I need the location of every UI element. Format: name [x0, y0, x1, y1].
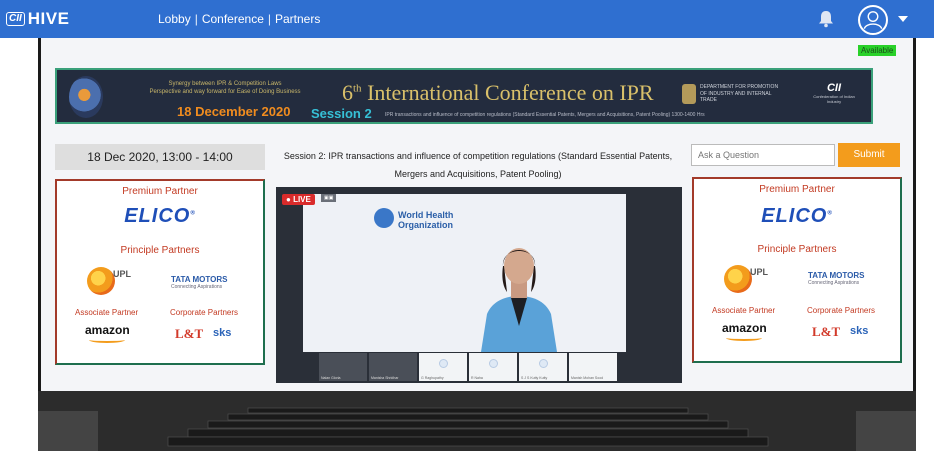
- participant-tile[interactable]: Nalan Gloria: [319, 353, 367, 381]
- elico-logo-text: ELICO: [124, 205, 191, 227]
- banner-conference-title: International Conference on IPR: [367, 80, 654, 105]
- pin-icon[interactable]: ▣▣: [321, 194, 337, 202]
- banner-cii-logo: CII Confederation of Indian Industry: [809, 82, 859, 104]
- live-video-player[interactable]: World Health Organization ● LIVE ▣▣ Nala…: [276, 187, 682, 383]
- nav-conference[interactable]: Conference: [202, 12, 264, 26]
- participant-strip: Nalan Gloria Manisha Shridhar G Raghupat…: [319, 353, 617, 381]
- banner-session: Session 2: [311, 106, 372, 121]
- participant-tile[interactable]: G Raghupathy: [419, 353, 467, 381]
- upl-logo-text: UPL: [113, 269, 131, 279]
- elico-logo-text: ELICO: [761, 205, 828, 227]
- session-title: Session 2: IPR transactions and influenc…: [283, 151, 673, 179]
- tata-motors-name: TATA MOTORS: [808, 271, 865, 280]
- main-nav: Lobby | Conference | Partners: [158, 12, 320, 26]
- participant-name: S J S Kutty Kutty: [521, 376, 548, 380]
- upl-logo-icon[interactable]: [87, 267, 115, 295]
- banner-title: 6th International Conference on IPR: [342, 80, 654, 106]
- banner-edition-suffix: th: [353, 82, 362, 95]
- top-bar: CII HIVE Lobby | Conference | Partners: [0, 0, 934, 38]
- participant-avatar: [439, 359, 448, 368]
- nav-separator: |: [267, 12, 271, 26]
- seat-rows-graphic: [38, 391, 916, 451]
- nav-partners[interactable]: Partners: [275, 12, 320, 26]
- amazon-logo[interactable]: amazon: [85, 323, 130, 343]
- elico-logo[interactable]: ELICO®: [57, 205, 263, 228]
- banner-edition: 6: [342, 80, 353, 105]
- banner-synergy: Synergy between IPR & Competition Laws P…: [125, 80, 325, 96]
- banner-session-desc: IPR transactions and influence of compet…: [385, 112, 705, 118]
- tata-motors-tagline: Connecting Aspirations: [808, 280, 860, 286]
- partners-panel-right: Premium Partner ELICO® Principle Partner…: [692, 177, 902, 363]
- speaker-video: [481, 248, 557, 352]
- availability-badge: Available: [858, 45, 897, 56]
- upl-logo-icon[interactable]: [724, 265, 752, 293]
- live-badge: ● LIVE: [282, 194, 315, 205]
- participant-name: R Naha: [471, 376, 483, 380]
- who-line1: World Health: [398, 210, 454, 220]
- banner-dept: DEPARTMENT FOR PROMOTION OF INDUSTRY AND…: [700, 84, 779, 103]
- chevron-down-icon[interactable]: [898, 16, 908, 22]
- sks-logo[interactable]: sks: [213, 327, 231, 339]
- user-avatar-icon[interactable]: [858, 5, 888, 35]
- participant-avatar: [539, 359, 548, 368]
- banner-cii-tagline: Confederation of Indian Industry: [813, 94, 855, 104]
- participant-tile[interactable]: S J S Kutty Kutty: [519, 353, 567, 381]
- lt-logo[interactable]: L&T: [812, 324, 840, 340]
- hive-logo-text: HIVE: [27, 9, 70, 28]
- participant-name: Manish Mohan Sood: [571, 376, 604, 380]
- live-label: LIVE: [293, 195, 311, 204]
- participant-tile[interactable]: R Naha: [469, 353, 517, 381]
- participant-name: Nalan Gloria: [321, 376, 341, 380]
- tata-motors-logo[interactable]: TATA MOTORS Connecting Aspirations: [171, 275, 227, 290]
- lt-logo[interactable]: L&T: [175, 326, 203, 342]
- upl-logo-text: UPL: [750, 267, 768, 277]
- corporate-partners-heading: Corporate Partners: [170, 308, 239, 317]
- fingerprint-graphic: [69, 76, 103, 118]
- conference-banner: Synergy between IPR & Competition Laws P…: [55, 68, 873, 124]
- corporate-partners-heading: Corporate Partners: [807, 306, 876, 315]
- banner-date: 18 December 2020: [177, 104, 291, 119]
- who-logo-icon: [374, 208, 394, 228]
- participant-tile[interactable]: Manish Mohan Sood: [569, 353, 617, 381]
- tata-motors-name: TATA MOTORS: [171, 275, 228, 284]
- tata-motors-tagline: Connecting Aspirations: [171, 284, 223, 290]
- partners-panel-left: Premium Partner ELICO® Principle Partner…: [55, 179, 265, 365]
- nav-lobby[interactable]: Lobby: [158, 12, 191, 26]
- hive-logo[interactable]: CII HIVE: [6, 8, 69, 30]
- participant-tile[interactable]: Manisha Shridhar: [369, 353, 417, 381]
- participant-avatar: [489, 359, 498, 368]
- premium-partner-heading: Premium Partner: [122, 186, 198, 197]
- sks-logo[interactable]: sks: [850, 325, 868, 337]
- tata-motors-logo[interactable]: TATA MOTORS Connecting Aspirations: [808, 271, 864, 286]
- session-time: 18 Dec 2020, 13:00 - 14:00: [55, 144, 265, 170]
- who-logo-text: World Health Organization: [398, 210, 453, 230]
- nav-separator: |: [194, 12, 198, 26]
- submit-button[interactable]: Submit: [838, 143, 900, 167]
- who-line2: Organization: [398, 220, 454, 230]
- principle-partners-heading: Principle Partners: [757, 244, 837, 255]
- ask-question-input[interactable]: [691, 144, 835, 166]
- banner-synergy-line2: Perspective and way forward for Ease of …: [149, 89, 301, 95]
- elico-logo[interactable]: ELICO®: [694, 205, 900, 228]
- banner-cii-name: CII: [826, 82, 842, 94]
- amazon-logo[interactable]: amazon: [722, 321, 767, 341]
- participant-name: G Raghupathy: [421, 376, 444, 380]
- associate-partner-heading: Associate Partner: [75, 308, 139, 317]
- cii-logo-mark: CII: [6, 12, 25, 26]
- video-frame: World Health Organization: [303, 194, 626, 352]
- bell-icon[interactable]: [818, 10, 834, 28]
- premium-partner-heading: Premium Partner: [759, 184, 835, 195]
- auditorium-seats: [38, 391, 916, 451]
- participant-name: Manisha Shridhar: [371, 376, 399, 380]
- principle-partners-heading: Principle Partners: [120, 245, 200, 256]
- associate-partner-heading: Associate Partner: [712, 306, 776, 315]
- banner-synergy-line1: Synergy between IPR & Competition Laws: [168, 81, 282, 87]
